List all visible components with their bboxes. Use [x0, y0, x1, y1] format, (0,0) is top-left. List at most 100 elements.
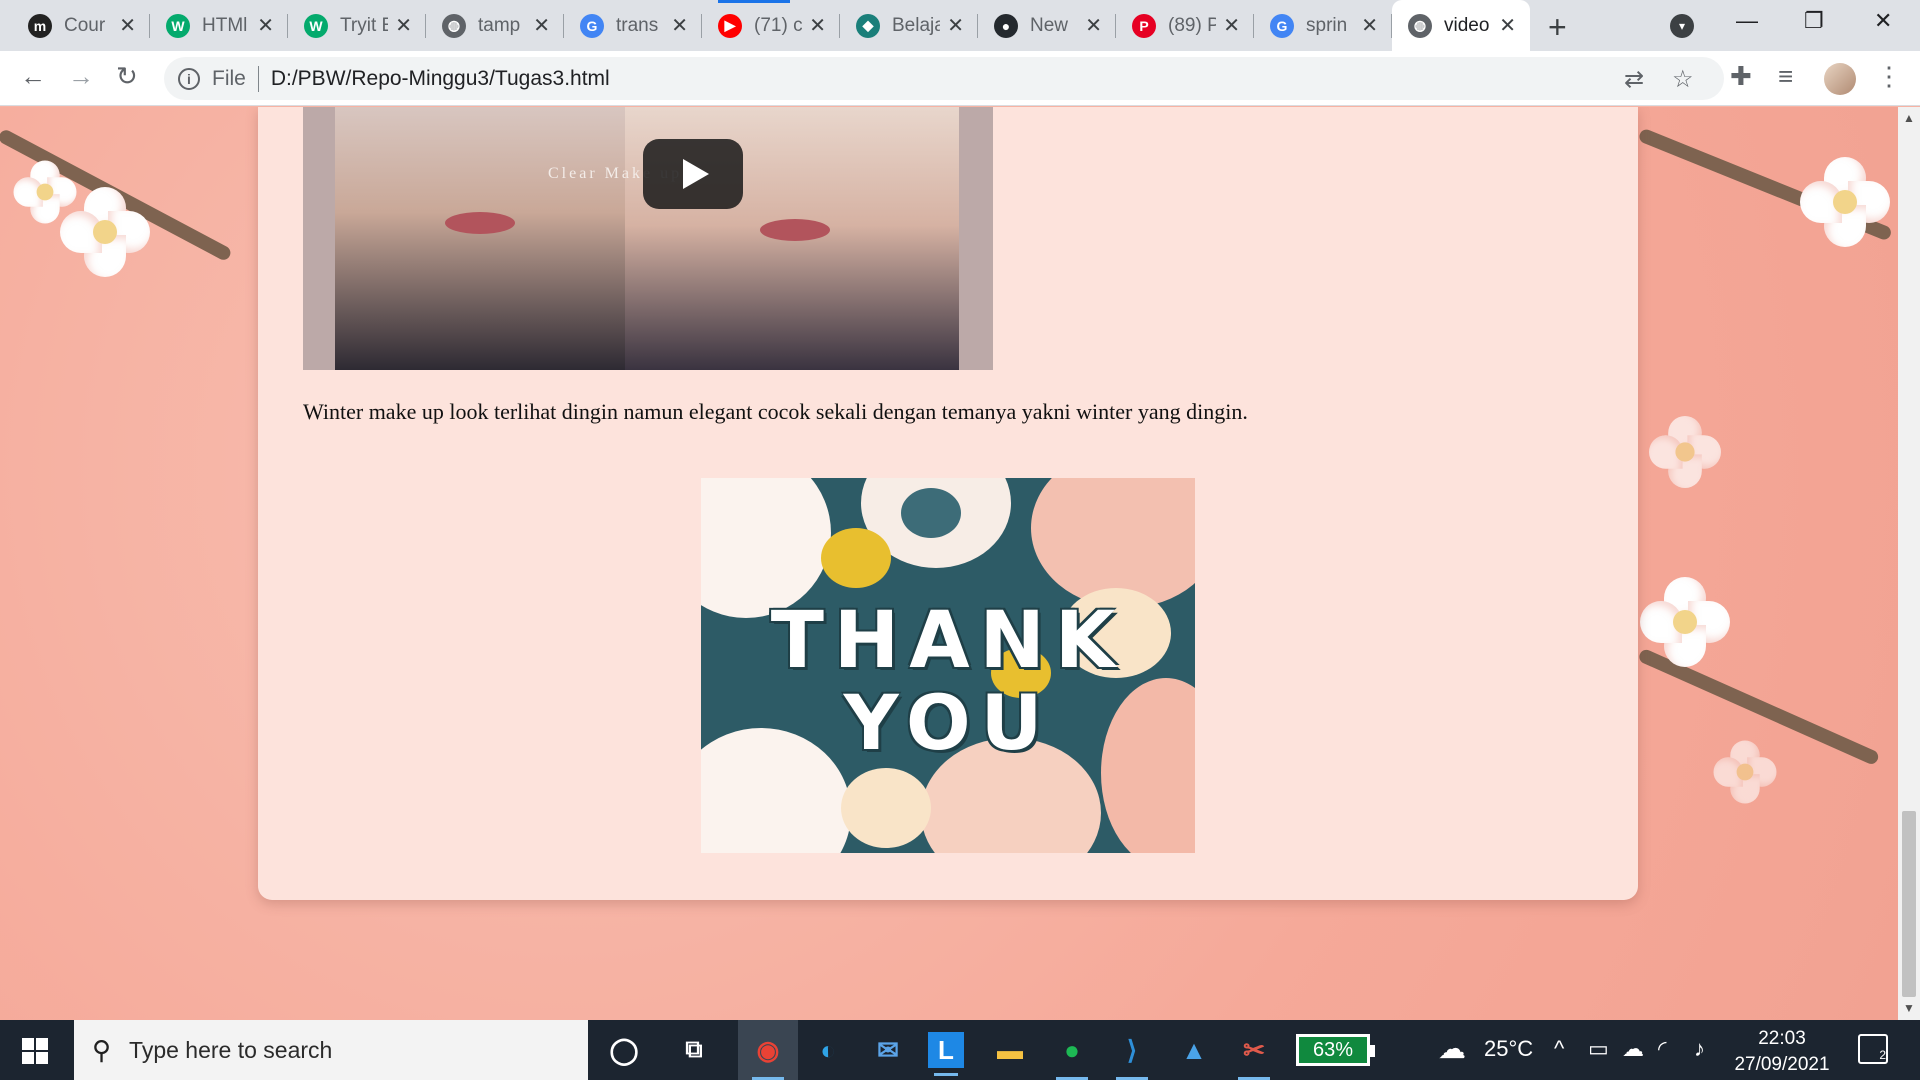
close-icon[interactable]: ✕: [1223, 13, 1240, 38]
thank-you-image: THANK YOU: [701, 478, 1195, 853]
close-icon[interactable]: ✕: [1361, 13, 1378, 38]
tab-5[interactable]: Gtrans ✕: [564, 0, 702, 51]
tab-label: (89) P: [1168, 14, 1216, 36]
tab-strip: m Cour ✕ W HTMl ✕ W Tryit E ✕ ◍ tamp ✕ Gtrans ✕ ▶ (71) …: [0, 0, 1920, 51]
translate-icon[interactable]: ⇄: [1624, 65, 1644, 94]
close-icon[interactable]: ✕: [257, 13, 274, 38]
chrome-menu-icon[interactable]: ⋮: [1876, 61, 1902, 92]
tab-label: sprin: [1306, 14, 1348, 36]
mail-icon[interactable]: ✉: [866, 1028, 910, 1072]
task-view-icon[interactable]: ⧉: [672, 1028, 716, 1072]
battery-indicator[interactable]: 63%: [1296, 1034, 1375, 1066]
close-icon[interactable]: ✕: [1499, 13, 1516, 38]
url-text[interactable]: D:/PBW/Repo-Minggu3/Tugas3.html: [271, 67, 610, 91]
close-icon[interactable]: ✕: [809, 13, 826, 38]
close-icon[interactable]: ✕: [395, 13, 412, 38]
tab-1[interactable]: m Cour ✕: [12, 0, 150, 51]
page-scrollbar[interactable]: ▲ ▼: [1898, 107, 1920, 1020]
volume-icon[interactable]: ♪: [1694, 1036, 1705, 1062]
scheme-label: File: [212, 66, 246, 90]
cortana-icon[interactable]: ◯: [602, 1028, 646, 1072]
google-icon: G: [580, 13, 604, 38]
close-icon[interactable]: ✕: [533, 13, 550, 38]
clock-date: 27/09/2021: [1734, 1054, 1830, 1075]
tab-search-icon[interactable]: ▾: [1670, 14, 1694, 38]
bookmark-star-icon[interactable]: ☆: [1672, 65, 1694, 94]
youtube-icon: ▶: [718, 13, 742, 38]
github-icon: ●: [994, 13, 1018, 38]
edge-icon[interactable]: ◐: [806, 1028, 850, 1072]
embedded-video[interactable]: Clear Make up: [303, 107, 993, 370]
globe-icon: ◍: [1408, 13, 1432, 38]
description-paragraph: Winter make up look terlihat dingin namu…: [303, 399, 1248, 424]
spotify-icon[interactable]: ●: [1050, 1028, 1094, 1080]
weather-temp[interactable]: 25°C: [1484, 1036, 1533, 1062]
tab-label: video: [1444, 14, 1490, 36]
video-thumbnail-left: [335, 107, 625, 370]
scroll-up-icon[interactable]: ▲: [1903, 111, 1915, 125]
tab-2[interactable]: W HTMl ✕: [150, 0, 288, 51]
tab-progress-indicator: [718, 0, 790, 3]
notification-center-icon[interactable]: 2: [1858, 1034, 1888, 1064]
start-button[interactable]: [22, 1038, 48, 1064]
file-explorer-icon[interactable]: ▬: [988, 1028, 1032, 1072]
tab-8[interactable]: ● New ✕: [978, 0, 1116, 51]
system-clock[interactable]: 22:03 27/09/2021: [1722, 1026, 1842, 1078]
scrollbar-thumb[interactable]: [1902, 811, 1916, 997]
scroll-down-icon[interactable]: ▼: [1903, 1001, 1915, 1015]
battery-tray-icon[interactable]: ▭: [1588, 1036, 1609, 1062]
chrome-icon[interactable]: ◉: [746, 1028, 790, 1080]
snip-icon[interactable]: ✂: [1232, 1028, 1276, 1080]
weather-icon[interactable]: ☁: [1438, 1032, 1466, 1065]
media-control-icon[interactable]: ≡: [1778, 61, 1793, 92]
chevron-up-icon[interactable]: ^: [1554, 1036, 1564, 1062]
clock-time: 22:03: [1758, 1028, 1806, 1049]
blossom-icon: [1713, 740, 1777, 804]
profile-avatar[interactable]: [1824, 63, 1856, 95]
l-app-icon[interactable]: L: [928, 1032, 964, 1076]
forward-icon[interactable]: →: [68, 61, 94, 92]
onedrive-icon[interactable]: ☁: [1622, 1036, 1644, 1062]
tab-11[interactable]: ◍ video ✕: [1392, 0, 1530, 51]
blossom-icon: [1800, 157, 1890, 247]
close-icon[interactable]: ✕: [1085, 13, 1102, 38]
blossom-icon: [1640, 577, 1730, 667]
belajar-icon: ◆: [856, 13, 880, 38]
play-button[interactable]: [643, 139, 743, 209]
globe-icon: ◍: [442, 13, 466, 38]
notification-count: 2: [1879, 1048, 1886, 1062]
address-bar[interactable]: i File D:/PBW/Repo-Minggu3/Tugas3.html ⇄…: [164, 57, 1724, 100]
tab-label: (71) c: [754, 14, 802, 36]
wifi-icon[interactable]: ◜: [1658, 1036, 1667, 1062]
tab-7[interactable]: ◆ Belaja ✕: [840, 0, 978, 51]
thank-you-line2: YOU: [843, 678, 1053, 767]
tab-label: Tryit E: [340, 14, 388, 36]
back-icon[interactable]: ←: [20, 61, 46, 92]
tab-label: tamp: [478, 14, 521, 36]
tab-4[interactable]: ◍ tamp ✕: [426, 0, 564, 51]
w3schools-icon: W: [166, 13, 190, 38]
google-icon: G: [1270, 13, 1294, 38]
restore-button[interactable]: ❐: [1804, 8, 1824, 34]
reload-icon[interactable]: ↻: [116, 61, 138, 92]
site-info-icon[interactable]: i: [178, 67, 200, 90]
extensions-icon[interactable]: ✚: [1730, 61, 1752, 92]
tab-label: Cour: [64, 14, 106, 36]
new-tab-button[interactable]: +: [1548, 9, 1567, 46]
close-icon[interactable]: ✕: [671, 13, 688, 38]
photos-icon[interactable]: ▲: [1172, 1028, 1216, 1072]
windows-taskbar: ⚲ Type here to search ◯ ⧉ ◉ ◐ ✉ L ▬ ● ⟩ …: [0, 1020, 1920, 1080]
address-separator: [257, 65, 259, 92]
tab-3[interactable]: W Tryit E ✕: [288, 0, 426, 51]
window-close-button[interactable]: ✕: [1874, 8, 1892, 34]
tab-10[interactable]: Gsprin ✕: [1254, 0, 1392, 51]
vscode-icon[interactable]: ⟩: [1110, 1028, 1154, 1080]
close-icon[interactable]: ✕: [947, 13, 964, 38]
tab-9[interactable]: P (89) P ✕: [1116, 0, 1254, 51]
minimize-button[interactable]: —: [1736, 8, 1758, 34]
taskbar-search[interactable]: ⚲ Type here to search: [74, 1020, 588, 1080]
blossom-icon: [1649, 416, 1721, 488]
close-icon[interactable]: ✕: [119, 13, 136, 38]
blossom-icon: [13, 160, 77, 224]
tab-6[interactable]: ▶ (71) c ✕: [702, 0, 840, 51]
